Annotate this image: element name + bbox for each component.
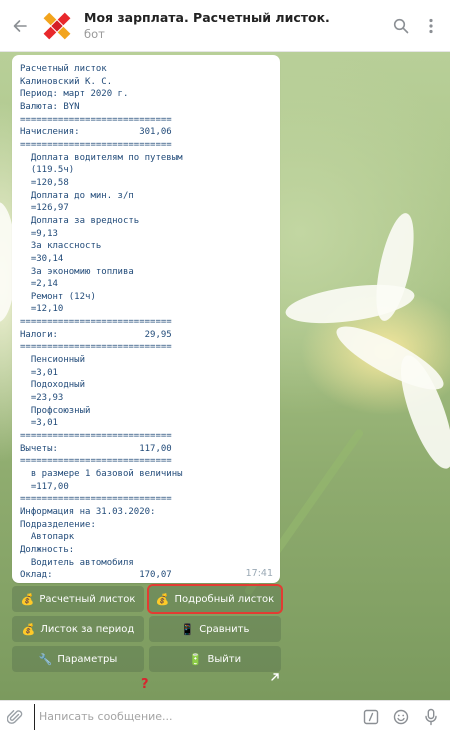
voice-button[interactable] [416,701,446,732]
wrench-icon: 🔧 [38,652,53,666]
money-bag-icon: 💰 [21,622,36,636]
payslip-line: Доплата за вредность [20,215,140,226]
bot-logo-icon [43,12,71,39]
parameters-button-label: Параметры [57,653,118,665]
payslip-line: Должность: [20,544,75,555]
detailed-payslip-button[interactable]: 💰 Подробный листок [149,586,281,612]
bot-commands-button[interactable] [356,701,386,732]
wallpaper-petal [368,210,422,324]
compare-button[interactable]: 📱 Сравнить [149,616,281,642]
payslip-line: =126,97 [20,203,69,214]
more-vert-icon [429,18,433,33]
payslip-line: (119.5ч) [20,165,75,176]
search-button[interactable] [386,0,416,52]
chat-subtitle: бот [84,26,105,41]
microphone-icon [425,708,437,725]
exit-button[interactable]: 🔋 Выйти [149,646,281,672]
payslip-line: =30,14 [20,253,64,264]
chat-header: Моя зарплата. Расчетный листок. бот [0,0,450,52]
payslip-line: =9,13 [20,228,58,239]
payslip-line: =117,00 [20,481,69,492]
compare-button-label: Сравнить [199,623,250,635]
payslip-line: =3,01 [20,418,58,429]
annotation-question-mark: ? [141,677,149,692]
payslip-line: Ремонт (12ч) [20,291,96,302]
exit-button-label: Выйти [207,653,242,665]
message-input-bar [0,700,450,732]
payslip-line: Налоги: 29,95 [20,329,172,340]
payslip-line: Вычеты: 117,00 [20,443,172,454]
chat-title: Моя зарплата. Расчетный листок. [84,9,330,25]
payslip-line: За экономию топлива [20,266,134,277]
payslip-line: Профсоюзный [20,405,91,416]
payslip-line: Пенсионный [20,355,86,366]
back-arrow-icon [13,19,27,32]
payslip-line: Доплата водителям по путевым [20,152,183,163]
payslip-line: ============================ [20,431,172,442]
payslip-line: Период: март 2020 г. [20,89,129,100]
payslip-line: Водитель автомобиля [20,557,134,568]
money-bag-icon: 💰 [155,592,170,606]
payslip-line: Подразделение: [20,519,96,530]
payslip-line: Калиновский К. С. [20,76,113,87]
chat-area[interactable]: Расчетный листок Калиновский К. С. Период:… [0,52,450,700]
payslip-line: ============================ [20,494,172,505]
expand-arrow-icon[interactable] [270,672,280,682]
smile-icon [393,709,409,724]
more-menu-button[interactable] [416,0,446,52]
money-bag-icon: 💰 [20,592,35,606]
payslip-line: ============================ [20,114,172,125]
payslip-line: Оклад: 170,07 [20,570,172,581]
payslip-line: ============================ [20,342,172,353]
payslip-button-label: Расчетный листок [39,593,136,605]
inline-keyboard: 💰 Расчетный листок 💰 Подробный листок 💰 … [12,586,281,676]
payslip-line: Информация на 31.03.2020: [20,506,156,517]
payslip-line: Доплата до мин. з/п [20,190,134,201]
search-icon [393,18,409,33]
keyboard-row: 🔧 Параметры 🔋 Выйти [12,646,281,672]
payslip-line: =12,10 [20,304,64,315]
chat-titles[interactable]: Моя зарплата. Расчетный листок. бот [84,10,386,42]
detailed-payslip-button-label: Подробный листок [174,593,275,605]
payslip-line: За классность [20,241,102,252]
payslip-line: ============================ [20,317,172,328]
payslip-line: Подоходный [20,380,86,391]
attach-button[interactable] [0,701,30,732]
back-button[interactable] [2,0,38,52]
message-time: 17:41 [245,568,273,579]
payslip-line: =23,93 [20,393,64,404]
payslip-line: в размере 1 базовой величины [20,469,183,479]
slash-commands-icon [363,709,379,724]
paperclip-icon [7,709,23,724]
period-payslip-button[interactable]: 💰 Листок за период [12,616,144,642]
payslip-button[interactable]: 💰 Расчетный листок [12,586,144,612]
keyboard-row: 💰 Расчетный листок 💰 Подробный листок [12,586,281,612]
payslip-line: ============================ [20,139,172,150]
payslip-line: Валюта: BYN [20,101,80,112]
payslip-line: Расчетный листок [20,64,107,74]
emoji-button[interactable] [386,701,416,732]
payslip-line: Автопарк [20,532,75,543]
payslip-text: Расчетный листок Калиновский К. С. Период:… [20,63,274,582]
payslip-line: =3,01 [20,367,58,378]
battery-icon: 🔋 [188,652,203,666]
payslip-line: =2,14 [20,279,58,290]
bot-avatar[interactable] [40,9,74,43]
payslip-line: =120,58 [20,177,69,188]
parameters-button[interactable]: 🔧 Параметры [12,646,144,672]
payslip-line: ============================ [20,456,172,467]
period-payslip-button-label: Листок за период [40,623,135,635]
message-bubble[interactable]: Расчетный листок Калиновский К. С. Период:… [12,55,280,583]
mobile-phone-icon: 📱 [180,622,195,636]
keyboard-row: 💰 Листок за период 📱 Сравнить [12,616,281,642]
message-input[interactable] [34,703,356,730]
payslip-line: Начисления: 301,06 [20,127,172,138]
